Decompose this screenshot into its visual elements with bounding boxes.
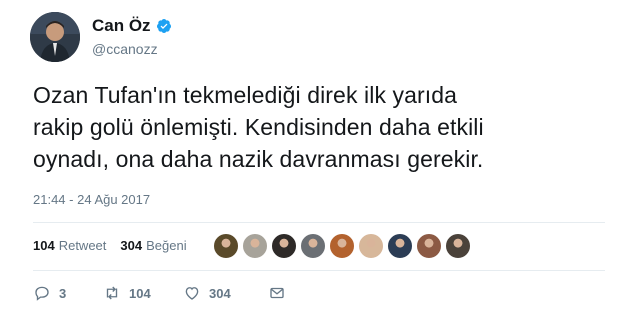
author-row: Can Öz — [92, 16, 172, 36]
envelope-icon — [270, 287, 284, 299]
heart-icon — [185, 287, 199, 300]
avatar[interactable] — [30, 12, 80, 62]
tweet-timestamp[interactable]: 21:44 - 24 Ağu 2017 — [33, 192, 150, 207]
author-name[interactable]: Can Öz — [92, 16, 151, 36]
engagement-stats: 104 Retweet 304 Beğeni — [33, 238, 201, 253]
verified-badge-icon — [156, 19, 171, 33]
retweet-action-count: 104 — [129, 285, 151, 301]
tweet-line: oynadı, ona daha nazik davranması gereki… — [33, 146, 484, 172]
liker-avatar[interactable] — [329, 233, 355, 259]
retweet-count[interactable]: 104 — [33, 238, 55, 253]
liker-avatar[interactable] — [387, 233, 413, 259]
liker-avatar[interactable] — [416, 233, 442, 259]
like-action-count: 304 — [209, 285, 231, 301]
liker-avatars — [213, 233, 474, 259]
tweet-line: rakip golü önlemişti. Kendisinden daha e… — [33, 114, 484, 140]
reply-button[interactable]: 3 — [33, 284, 103, 302]
retweet-button[interactable]: 104 — [103, 284, 183, 302]
liker-avatar[interactable] — [300, 233, 326, 259]
like-button[interactable]: 304 — [183, 284, 268, 302]
profile-photo — [30, 12, 80, 62]
liker-avatar[interactable] — [271, 233, 297, 259]
author-handle[interactable]: @ccanozz — [92, 41, 158, 57]
retweet-icon — [106, 286, 118, 300]
tweet-text: Ozan Tufan'ın tekmelediği direk ilk yarı… — [33, 79, 603, 175]
like-label[interactable]: Beğeni — [146, 238, 186, 253]
divider — [33, 270, 605, 271]
liker-avatar[interactable] — [358, 233, 384, 259]
tweet-line: Ozan Tufan'ın tekmelediği direk ilk yarı… — [33, 82, 458, 108]
like-count[interactable]: 304 — [120, 238, 142, 253]
liker-avatar[interactable] — [242, 233, 268, 259]
reply-count: 3 — [59, 285, 67, 301]
reply-icon — [35, 286, 49, 301]
divider — [33, 222, 605, 223]
tweet-actions: 3 104 304 — [33, 284, 286, 302]
direct-message-button[interactable] — [268, 284, 286, 302]
retweet-label[interactable]: Retweet — [59, 238, 107, 253]
liker-avatar[interactable] — [213, 233, 239, 259]
liker-avatar[interactable] — [445, 233, 471, 259]
